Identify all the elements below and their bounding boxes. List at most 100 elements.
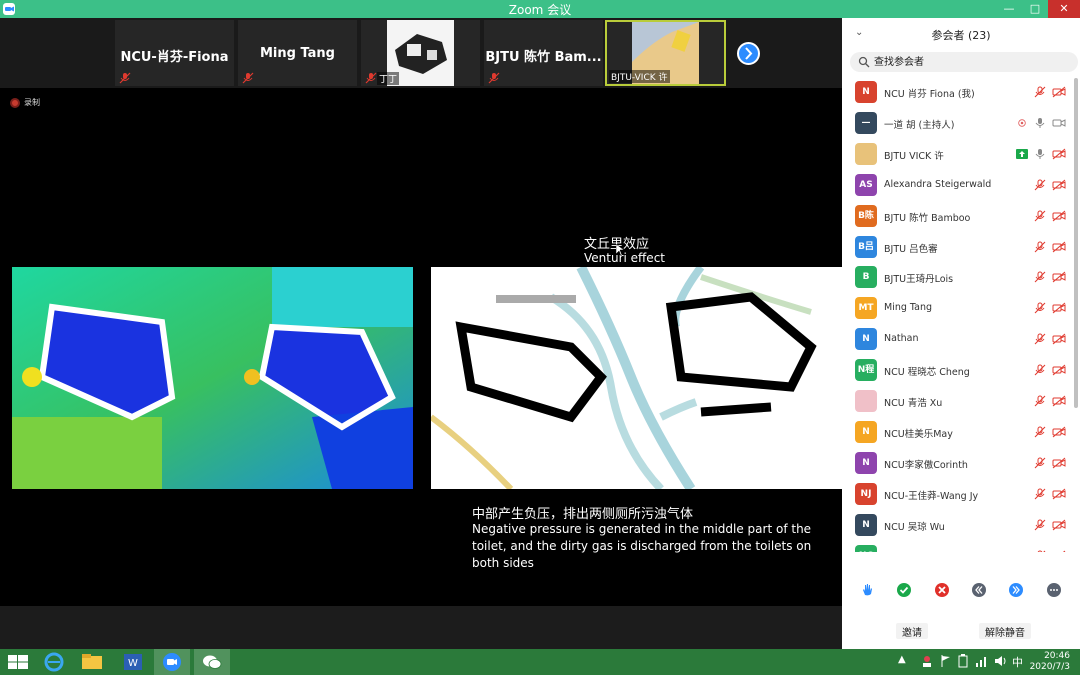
mic-muted-icon[interactable] (1034, 241, 1046, 253)
mic-muted-icon[interactable] (1034, 271, 1046, 283)
search-input[interactable] (874, 54, 1064, 70)
video-off-icon[interactable] (1052, 426, 1066, 438)
mic-muted-icon[interactable] (1034, 302, 1046, 314)
participant-row[interactable]: — 一道 胡 (主持人) (842, 109, 1072, 140)
video-off-icon[interactable] (1052, 148, 1066, 160)
flag-icon[interactable] (940, 654, 952, 668)
participant-row[interactable]: NCU 青浩 Xu (842, 387, 1072, 418)
participant-row[interactable]: MT Ming Tang (842, 294, 1072, 325)
video-icon[interactable] (1052, 117, 1066, 129)
participant-row[interactable]: N NCU桂美乐May (842, 418, 1072, 449)
taskbar-word[interactable]: W (115, 649, 151, 675)
mic-muted-icon[interactable] (1034, 457, 1046, 469)
participant-row[interactable]: NC NCU谢晓磊 STEVEN (842, 542, 1072, 553)
video-off-icon[interactable] (1052, 271, 1066, 283)
mic-muted-icon[interactable] (1034, 488, 1046, 500)
video-thumbnail[interactable]: Ming Tang (238, 20, 357, 86)
faster-button[interactable] (1008, 582, 1024, 598)
participant-row[interactable]: B BJTU王琦丹Lois (842, 263, 1072, 294)
taskbar-zoom[interactable] (154, 649, 190, 675)
mic-muted-icon (488, 72, 500, 84)
mic-muted-icon (365, 72, 377, 84)
avatar: B陈 (855, 204, 877, 227)
network-icon[interactable] (975, 654, 989, 668)
clock-date: 2020/7/3 (1029, 662, 1070, 672)
close-button[interactable]: ✕ (1048, 0, 1080, 18)
video-off-icon[interactable] (1052, 457, 1066, 469)
mic-muted-icon[interactable] (1034, 519, 1046, 531)
participants-title: 参会者 (23) (931, 29, 991, 42)
participant-row[interactable]: N NCU 肖芬 Fiona (我) (842, 78, 1072, 109)
venturi-diagram-image (431, 267, 842, 489)
participant-row[interactable]: N NCU李家傲Corinth (842, 449, 1072, 480)
video-off-icon[interactable] (1052, 86, 1066, 98)
participant-list-scrollbar[interactable] (1074, 78, 1078, 408)
mic-muted-icon[interactable] (1034, 179, 1046, 191)
mic-muted-icon[interactable] (1034, 395, 1046, 407)
participant-search (850, 52, 1078, 72)
video-thumbnail[interactable]: 丁丁 (361, 20, 480, 86)
show-hidden-icons[interactable]: ▲ (898, 654, 906, 668)
participant-row[interactable]: AS Alexandra Steigerwald (842, 171, 1072, 202)
avatar: N (855, 420, 877, 443)
clock-time: 20:46 (1044, 651, 1070, 661)
participant-row[interactable]: N NCU 吴琼 Wu (842, 511, 1072, 542)
taskbar-internet-explorer[interactable] (36, 649, 72, 675)
video-off-icon[interactable] (1052, 488, 1066, 500)
mic-muted-icon[interactable] (1034, 86, 1046, 98)
maximize-button[interactable]: □ (1022, 0, 1048, 18)
search-icon (858, 56, 870, 68)
unmute-all-button[interactable]: 解除静音 (979, 623, 1031, 639)
participant-row[interactable]: B陈 BJTU 陈竹 Bamboo (842, 202, 1072, 233)
video-thumbnail[interactable]: NCU-肖芬-Fiona (115, 20, 234, 86)
video-thumbnail[interactable]: BJTU 陈竹 Bam... (484, 20, 603, 86)
participant-name: NCU-王佳莽-Wang Jy (884, 490, 979, 502)
slower-button[interactable] (971, 582, 987, 598)
mic-icon[interactable] (1034, 148, 1046, 160)
no-button[interactable] (934, 582, 950, 598)
mic-muted-icon[interactable] (1034, 550, 1046, 553)
video-off-icon[interactable] (1052, 333, 1066, 345)
video-off-icon[interactable] (1052, 210, 1066, 222)
invite-button[interactable]: 邀请 (896, 623, 928, 639)
video-off-icon[interactable] (1052, 395, 1066, 407)
volume-icon[interactable] (994, 654, 1008, 668)
recording-indicator[interactable]: 录制 (10, 97, 40, 108)
participant-row[interactable]: NJ NCU-王佳莽-Wang Jy (842, 480, 1072, 511)
video-off-icon[interactable] (1052, 179, 1066, 191)
more-button[interactable] (1046, 582, 1062, 598)
avatar: — (855, 111, 877, 134)
mic-muted-icon[interactable] (1034, 364, 1046, 376)
yes-button[interactable] (896, 582, 912, 598)
video-off-icon[interactable] (1052, 364, 1066, 376)
minimize-button[interactable]: — (996, 0, 1022, 18)
participant-row[interactable]: B吕 BJTU 吕色審 (842, 233, 1072, 264)
participant-row[interactable]: N程 NCU 程晓芯 Cheng (842, 356, 1072, 387)
mic-muted-icon[interactable] (1034, 426, 1046, 438)
mic-icon[interactable] (1034, 117, 1046, 129)
slide-caption-bottom-cn: 中部产生负压，排出两侧厕所污浊气体 (472, 507, 694, 522)
taskbar-clock[interactable]: 20:46 2020/7/3 (1030, 651, 1070, 673)
mic-muted-icon[interactable] (1034, 210, 1046, 222)
raise-hand-icon (863, 584, 872, 596)
video-off-icon[interactable] (1052, 550, 1066, 553)
participant-row[interactable]: N Nathan (842, 325, 1072, 356)
video-off-icon[interactable] (1052, 241, 1066, 253)
taskbar-wechat[interactable] (194, 649, 230, 675)
participant-row[interactable]: BJTU VICK 许 (842, 140, 1072, 171)
participant-name: 丁丁 (377, 72, 400, 85)
mic-muted-icon[interactable] (1034, 333, 1046, 345)
video-off-icon[interactable] (1052, 519, 1066, 531)
raise-hand-button[interactable] (859, 582, 875, 598)
video-thumbnail-active[interactable]: BJTU-VICK 许 (605, 20, 726, 86)
next-page-button[interactable] (737, 42, 760, 65)
ime-indicator[interactable]: 中 (1012, 654, 1023, 669)
avatar: MT (855, 297, 877, 320)
taskbar-file-explorer[interactable] (74, 649, 110, 675)
battery-icon[interactable] (957, 654, 969, 668)
user-tray-icon[interactable] (920, 654, 934, 668)
start-button[interactable] (0, 649, 36, 675)
video-off-icon[interactable] (1052, 302, 1066, 314)
mic-muted-icon (119, 72, 131, 84)
participant-name: NCU李家傲Corinth (884, 459, 968, 471)
